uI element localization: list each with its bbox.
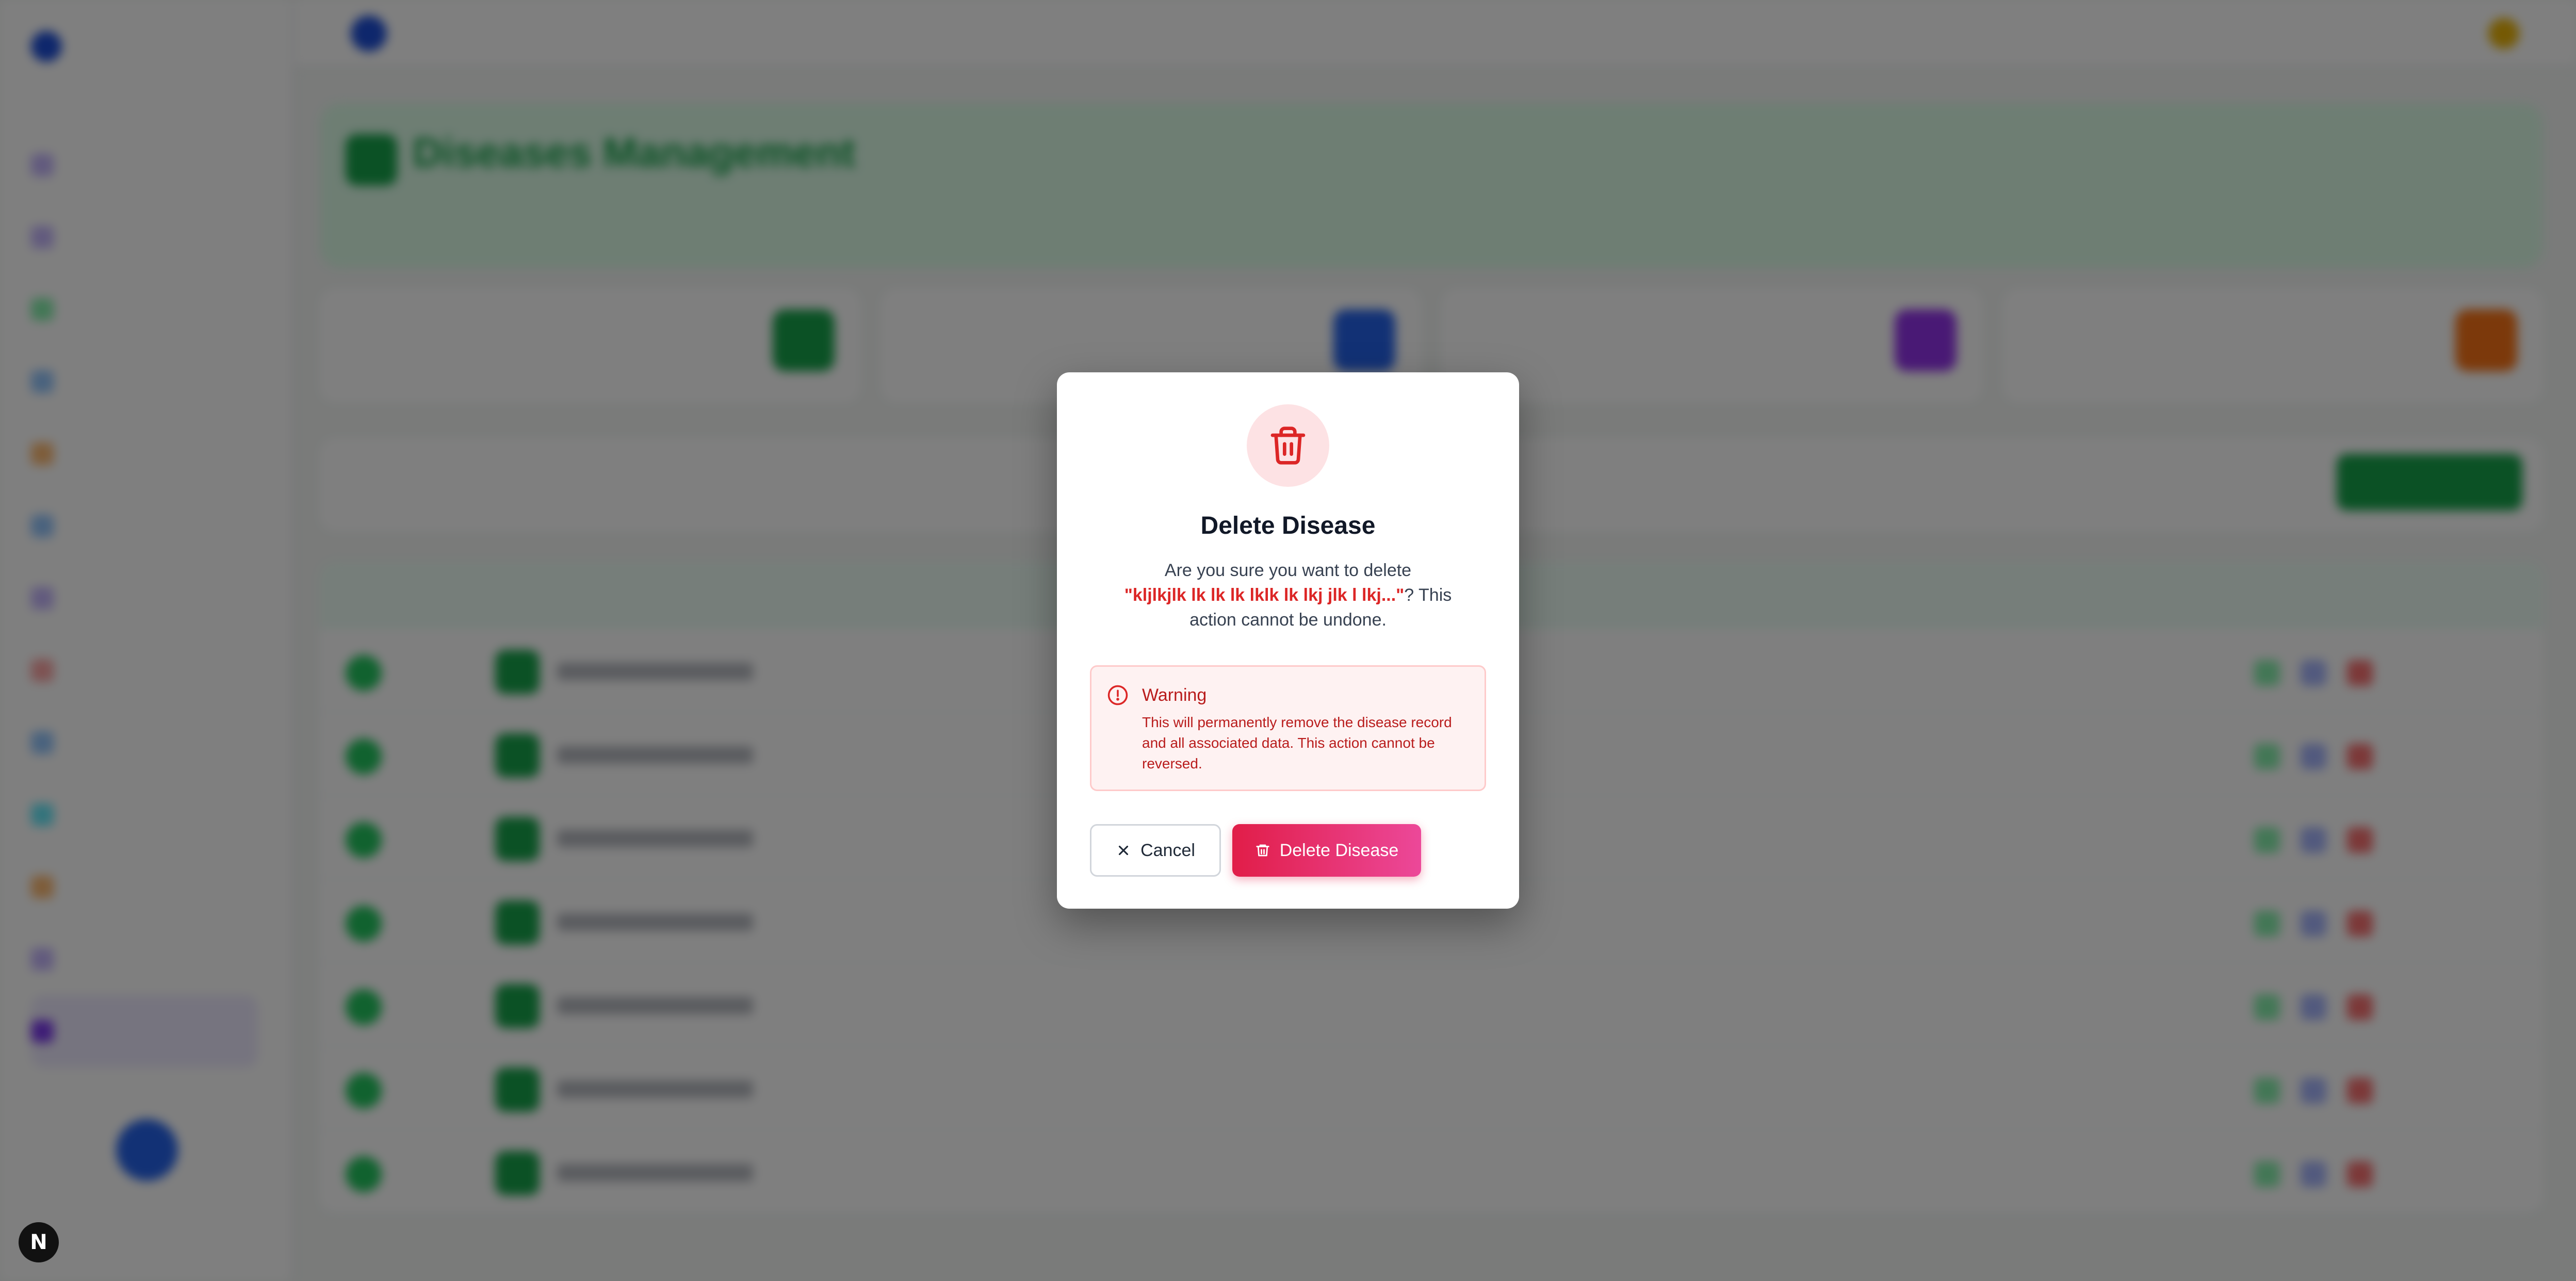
warning-title: Warning [1142, 685, 1207, 705]
trash-icon [1256, 844, 1269, 857]
dialog-icon-circle [1247, 404, 1329, 487]
alert-circle-icon [1107, 685, 1128, 705]
delete-disease-dialog: Delete Disease Are you sure you want to … [1057, 372, 1519, 909]
warning-text: This will permanently remove the disease… [1142, 714, 1452, 771]
dialog-description: Are you sure you want to delete "kljlkjl… [1103, 558, 1473, 632]
trash-icon [1270, 426, 1306, 465]
item-name: "kljlkjlk lk lk lk lklk lk lkj jlk l lkj… [1124, 585, 1405, 605]
description-prefix: Are you sure you want to delete [1164, 561, 1412, 580]
close-icon [1119, 845, 1129, 856]
delete-button-label: Delete Disease [1279, 840, 1399, 860]
dialog-title: Delete Disease [1200, 512, 1376, 539]
cancel-button-label: Cancel [1140, 840, 1195, 860]
delete-disease-button[interactable]: Delete Disease [1232, 824, 1421, 877]
cancel-button[interactable]: Cancel [1090, 824, 1221, 877]
warning-box: Warning This will permanently remove the… [1090, 665, 1486, 791]
next-dev-badge[interactable]: N [19, 1222, 59, 1262]
